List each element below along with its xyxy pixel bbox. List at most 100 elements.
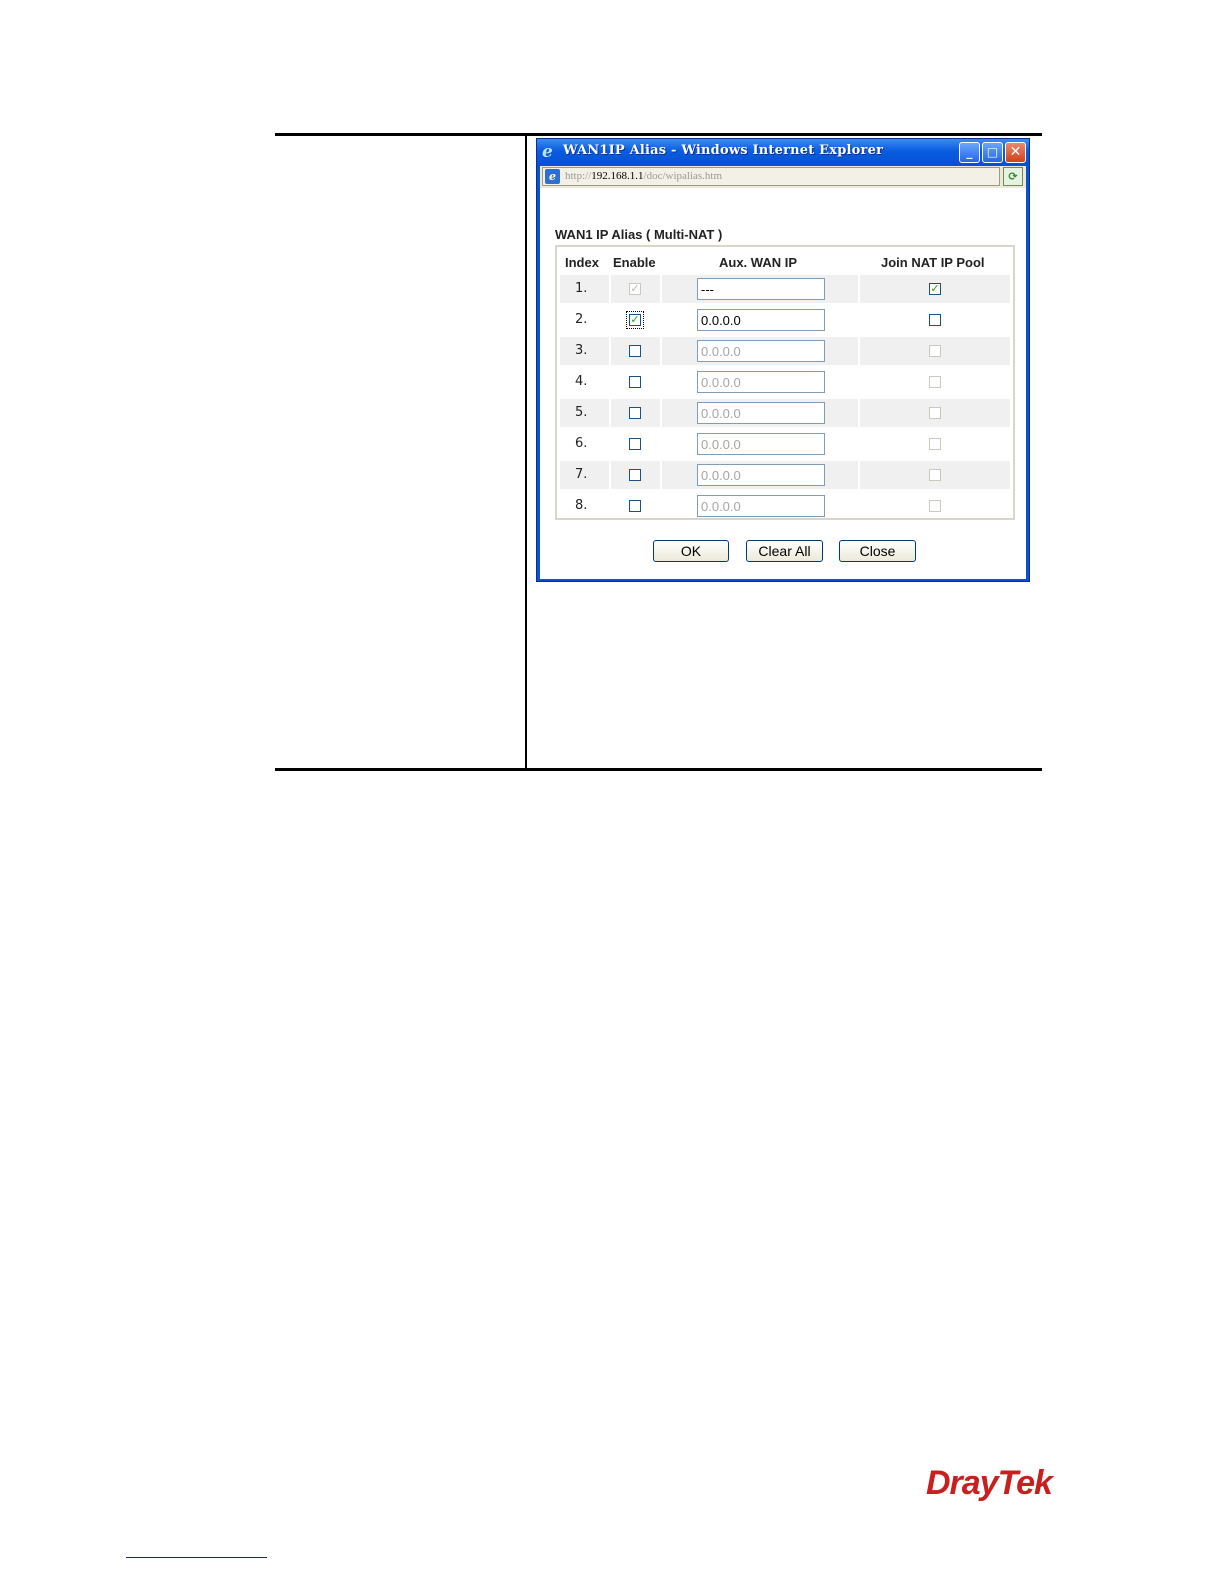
aux-wan-ip-cell: 0.0.0.0 [662, 492, 858, 520]
join-pool-cell [860, 492, 1010, 520]
index-cell: 5. [560, 399, 609, 427]
maximize-icon: □ [986, 145, 999, 159]
aux-wan-ip-input: 0.0.0.0 [697, 433, 825, 455]
enable-cell [611, 430, 660, 458]
join-pool-cell: ✓ [860, 275, 1010, 303]
col-join-pool-header: Join NAT IP Pool [881, 255, 985, 270]
enable-checkbox[interactable] [629, 407, 641, 419]
enable-cell [611, 461, 660, 489]
enable-checkbox[interactable] [629, 500, 641, 512]
aux-wan-ip-input[interactable]: 0.0.0.0 [697, 309, 825, 331]
row-index: 2. [575, 312, 588, 327]
join-nat-pool-checkbox [929, 500, 941, 512]
footer-link-underline [126, 1557, 267, 1558]
join-nat-pool-checkbox [929, 345, 941, 357]
aux-wan-ip-input: 0.0.0.0 [697, 495, 825, 517]
table-row: 4. 0.0.0.0 [560, 368, 1010, 396]
url-path: /doc/wipalias.htm [643, 170, 723, 182]
join-pool-cell [860, 461, 1010, 489]
row-index: 8. [575, 498, 588, 513]
enable-checkbox[interactable] [629, 345, 641, 357]
aux-wan-ip-cell: 0.0.0.0 [662, 399, 858, 427]
table-top-rule [275, 133, 1042, 136]
row-index: 7. [575, 467, 588, 482]
window-titlebar[interactable]: e WAN1IP Alias - Windows Internet Explor… [537, 139, 1029, 165]
ok-button[interactable]: OK [653, 540, 729, 562]
aux-wan-ip-cell: 0.0.0.0 [662, 368, 858, 396]
close-window-button[interactable]: ✕ [1005, 142, 1026, 163]
row-index: 1. [575, 281, 588, 296]
clear-all-button[interactable]: Clear All [746, 540, 823, 562]
col-enable-header: Enable [613, 255, 656, 270]
row-index: 3. [575, 343, 588, 358]
aux-wan-ip-cell: 0.0.0.0 [662, 430, 858, 458]
enable-cell [611, 492, 660, 520]
enable-cell: ✓ [611, 306, 660, 334]
address-bar: e http://192.168.1.1/doc/wipalias.htm ⟳ [540, 166, 1026, 188]
aux-wan-ip-cell: 0.0.0.0 [662, 461, 858, 489]
enable-cell: ✓ [611, 275, 660, 303]
enable-checkbox[interactable] [629, 469, 641, 481]
index-cell: 8. [560, 492, 609, 520]
index-cell: 4. [560, 368, 609, 396]
join-pool-cell [860, 430, 1010, 458]
table-row: 2. ✓ 0.0.0.0 [560, 306, 1010, 334]
ie-logo-icon: e [542, 142, 553, 162]
enable-checkbox[interactable] [629, 438, 641, 450]
row-index: 4. [575, 374, 588, 389]
aux-wan-ip-input: 0.0.0.0 [697, 464, 825, 486]
aux-wan-ip-input: 0.0.0.0 [697, 402, 825, 424]
join-pool-cell [860, 306, 1010, 334]
enable-cell [611, 399, 660, 427]
url-text: http://192.168.1.1/doc/wipalias.htm [565, 170, 722, 182]
form-heading: WAN1 IP Alias ( Multi-NAT ) [555, 227, 723, 242]
join-pool-cell [860, 368, 1010, 396]
alias-table: Index Enable Aux. WAN IP Join NAT IP Poo… [555, 245, 1015, 520]
page-content: WAN1 IP Alias ( Multi-NAT ) Index Enable… [540, 188, 1026, 579]
close-button[interactable]: Close [839, 540, 916, 562]
aux-wan-ip-cell: 0.0.0.0 [662, 337, 858, 365]
minimize-icon: _ [966, 145, 973, 159]
index-cell: 2. [560, 306, 609, 334]
table-row: 5. 0.0.0.0 [560, 399, 1010, 427]
window-title: WAN1IP Alias - Windows Internet Explorer [563, 143, 884, 158]
url-prefix: http:// [565, 170, 592, 182]
table-row: 3. 0.0.0.0 [560, 337, 1010, 365]
table-row: 8. 0.0.0.0 [560, 492, 1010, 520]
page-icon: e [545, 169, 560, 184]
join-nat-pool-checkbox[interactable]: ✓ [929, 283, 941, 295]
enable-checkbox[interactable] [629, 376, 641, 388]
aux-wan-ip-input: 0.0.0.0 [697, 340, 825, 362]
compatibility-icon: ⟳ [1008, 170, 1018, 183]
aux-wan-ip-cell: 0.0.0.0 [662, 306, 858, 334]
aux-wan-ip-input: 0.0.0.0 [697, 371, 825, 393]
join-nat-pool-checkbox[interactable] [929, 314, 941, 326]
row-index: 6. [575, 436, 588, 451]
index-cell: 6. [560, 430, 609, 458]
row-index: 5. [575, 405, 588, 420]
compatibility-button[interactable]: ⟳ [1003, 167, 1023, 186]
draytek-logo: DrayTek [926, 1464, 1053, 1502]
join-nat-pool-checkbox [929, 407, 941, 419]
join-nat-pool-checkbox [929, 469, 941, 481]
minimize-button[interactable]: _ [959, 142, 980, 163]
table-row: 6. 0.0.0.0 [560, 430, 1010, 458]
table-row: 7. 0.0.0.0 [560, 461, 1010, 489]
url-host: 192.168.1.1 [591, 170, 644, 182]
table-column-divider [525, 133, 527, 771]
enable-checkbox[interactable]: ✓ [626, 311, 644, 329]
join-nat-pool-checkbox [929, 376, 941, 388]
enable-cell [611, 368, 660, 396]
aux-wan-ip-input[interactable]: --- [697, 278, 825, 300]
enable-cell [611, 337, 660, 365]
table-row: 1. ✓ --- ✓ [560, 275, 1010, 303]
aux-wan-ip-cell: --- [662, 275, 858, 303]
index-cell: 3. [560, 337, 609, 365]
table-bottom-rule [275, 768, 1042, 771]
ie-window: e WAN1IP Alias - Windows Internet Explor… [536, 138, 1030, 582]
join-pool-cell [860, 399, 1010, 427]
close-icon: ✕ [1009, 144, 1022, 160]
maximize-button[interactable]: □ [982, 142, 1003, 163]
enable-checkbox: ✓ [629, 282, 641, 295]
address-field[interactable]: e http://192.168.1.1/doc/wipalias.htm [542, 167, 1000, 186]
